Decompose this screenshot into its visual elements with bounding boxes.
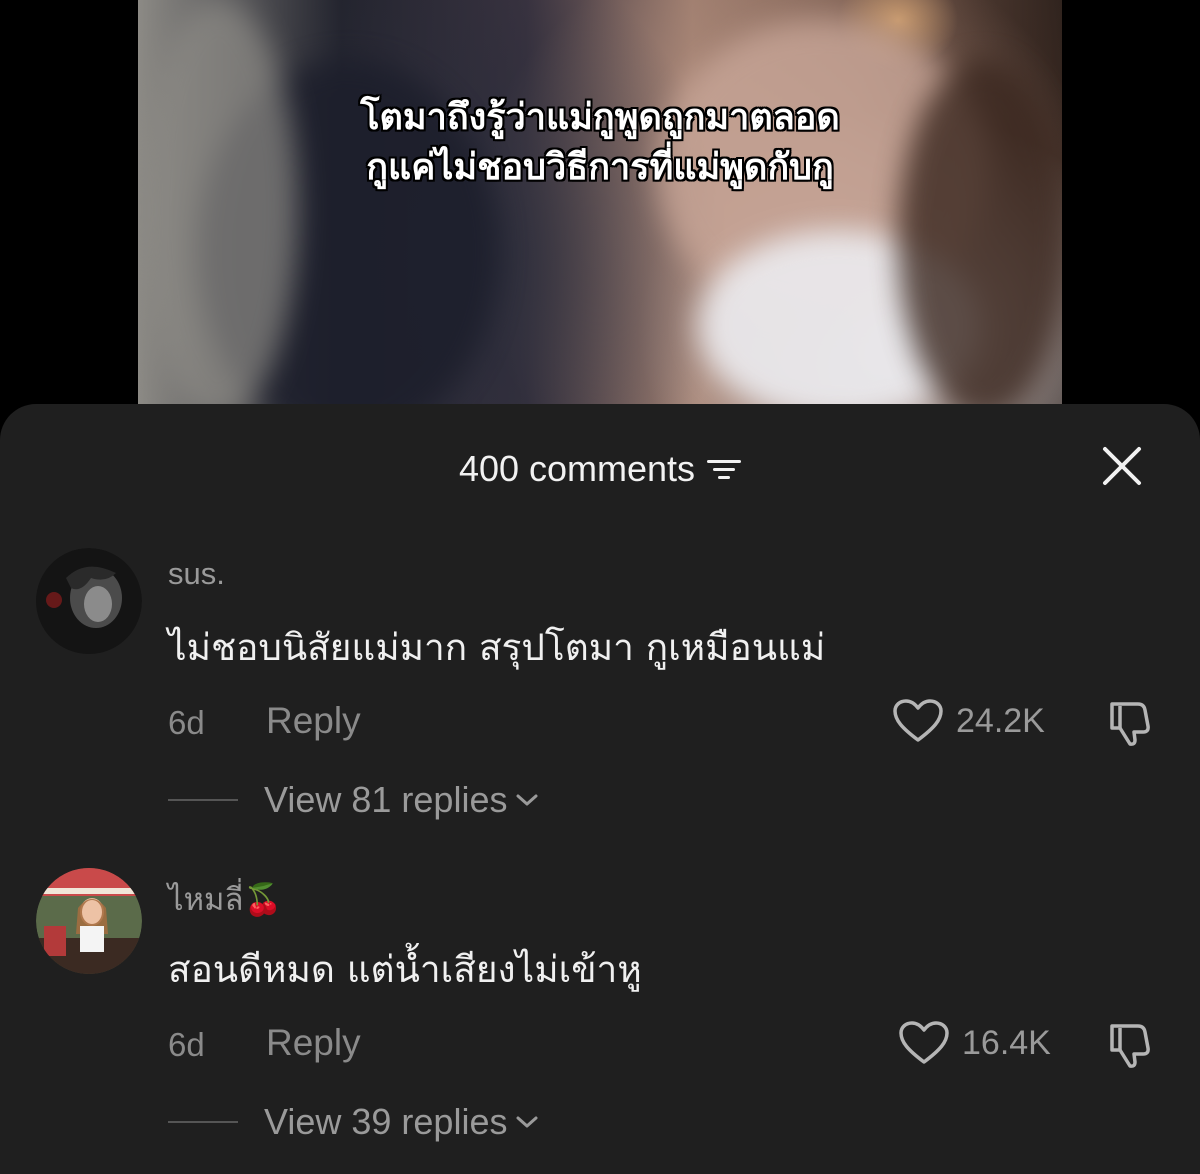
view-replies-row[interactable]: View 39 replies [168, 1100, 539, 1144]
close-icon [1103, 447, 1141, 485]
sort-lines-icon[interactable] [707, 456, 742, 482]
avatar-image [36, 868, 142, 974]
like-button[interactable]: 16.4K [898, 1020, 1051, 1066]
like-button[interactable]: 24.2K [892, 698, 1045, 744]
video-blur-shape [138, 0, 298, 420]
comment-text: สอนดีหมด แต่น้ำเสียงไม่เข้าหู [168, 948, 642, 991]
video-subtitle-line-2: กูแค่ไม่ชอบวิธีการที่แม่พูดกับกู [366, 147, 834, 188]
comment-meta-row: 6d Reply 16.4K [168, 1020, 1158, 1070]
comment-username[interactable]: sus. [168, 556, 225, 592]
dislike-button[interactable] [1104, 1020, 1154, 1074]
video-player[interactable]: โตมาถึงรู้ว่าแม่กูพูดถูกมาตลอด กูแค่ไม่ช… [138, 0, 1062, 420]
divider-line [168, 799, 238, 801]
thumbs-down-icon [1110, 702, 1150, 746]
heart-icon [899, 1021, 949, 1064]
chevron-down-icon [516, 794, 538, 806]
thumbs-down-icon [1110, 1024, 1150, 1068]
like-count: 16.4K [962, 1023, 1051, 1062]
video-subtitle-line-1: โตมาถึงรู้ว่าแม่กูพูดถูกมาตลอด [360, 97, 840, 138]
view-replies-row[interactable]: View 81 replies [168, 778, 539, 822]
avatar[interactable] [36, 868, 142, 974]
comments-count-title: 400 comments [458, 448, 696, 489]
comments-header: 400 comments [0, 444, 1200, 494]
avatar[interactable] [36, 548, 142, 654]
reply-button[interactable]: Reply [266, 700, 361, 742]
reply-button[interactable]: Reply [266, 1022, 361, 1064]
comments-sheet: 400 comments sus. ไม่ชอบนิสัยแม่มาก สรุป… [0, 404, 1200, 1174]
chevron-down-icon [516, 1116, 538, 1128]
comment-age: 6d [168, 704, 205, 741]
like-count: 24.2K [956, 701, 1045, 740]
heart-icon [893, 699, 943, 742]
comment-meta-row: 6d Reply 24.2K [168, 698, 1158, 748]
dislike-button[interactable] [1104, 698, 1154, 752]
avatar-image [36, 548, 142, 654]
comment-username[interactable]: ไหมลี่🍒 [168, 874, 282, 924]
close-button[interactable] [1100, 444, 1144, 488]
view-replies-link[interactable]: View 81 replies [264, 779, 507, 821]
comment-text: ไม่ชอบนิสัยแม่มาก สรุปโตมา กูเหมือนแม่ [168, 626, 826, 669]
view-replies-link[interactable]: View 39 replies [264, 1101, 507, 1143]
comment-age: 6d [168, 1026, 205, 1063]
divider-line [168, 1121, 238, 1123]
